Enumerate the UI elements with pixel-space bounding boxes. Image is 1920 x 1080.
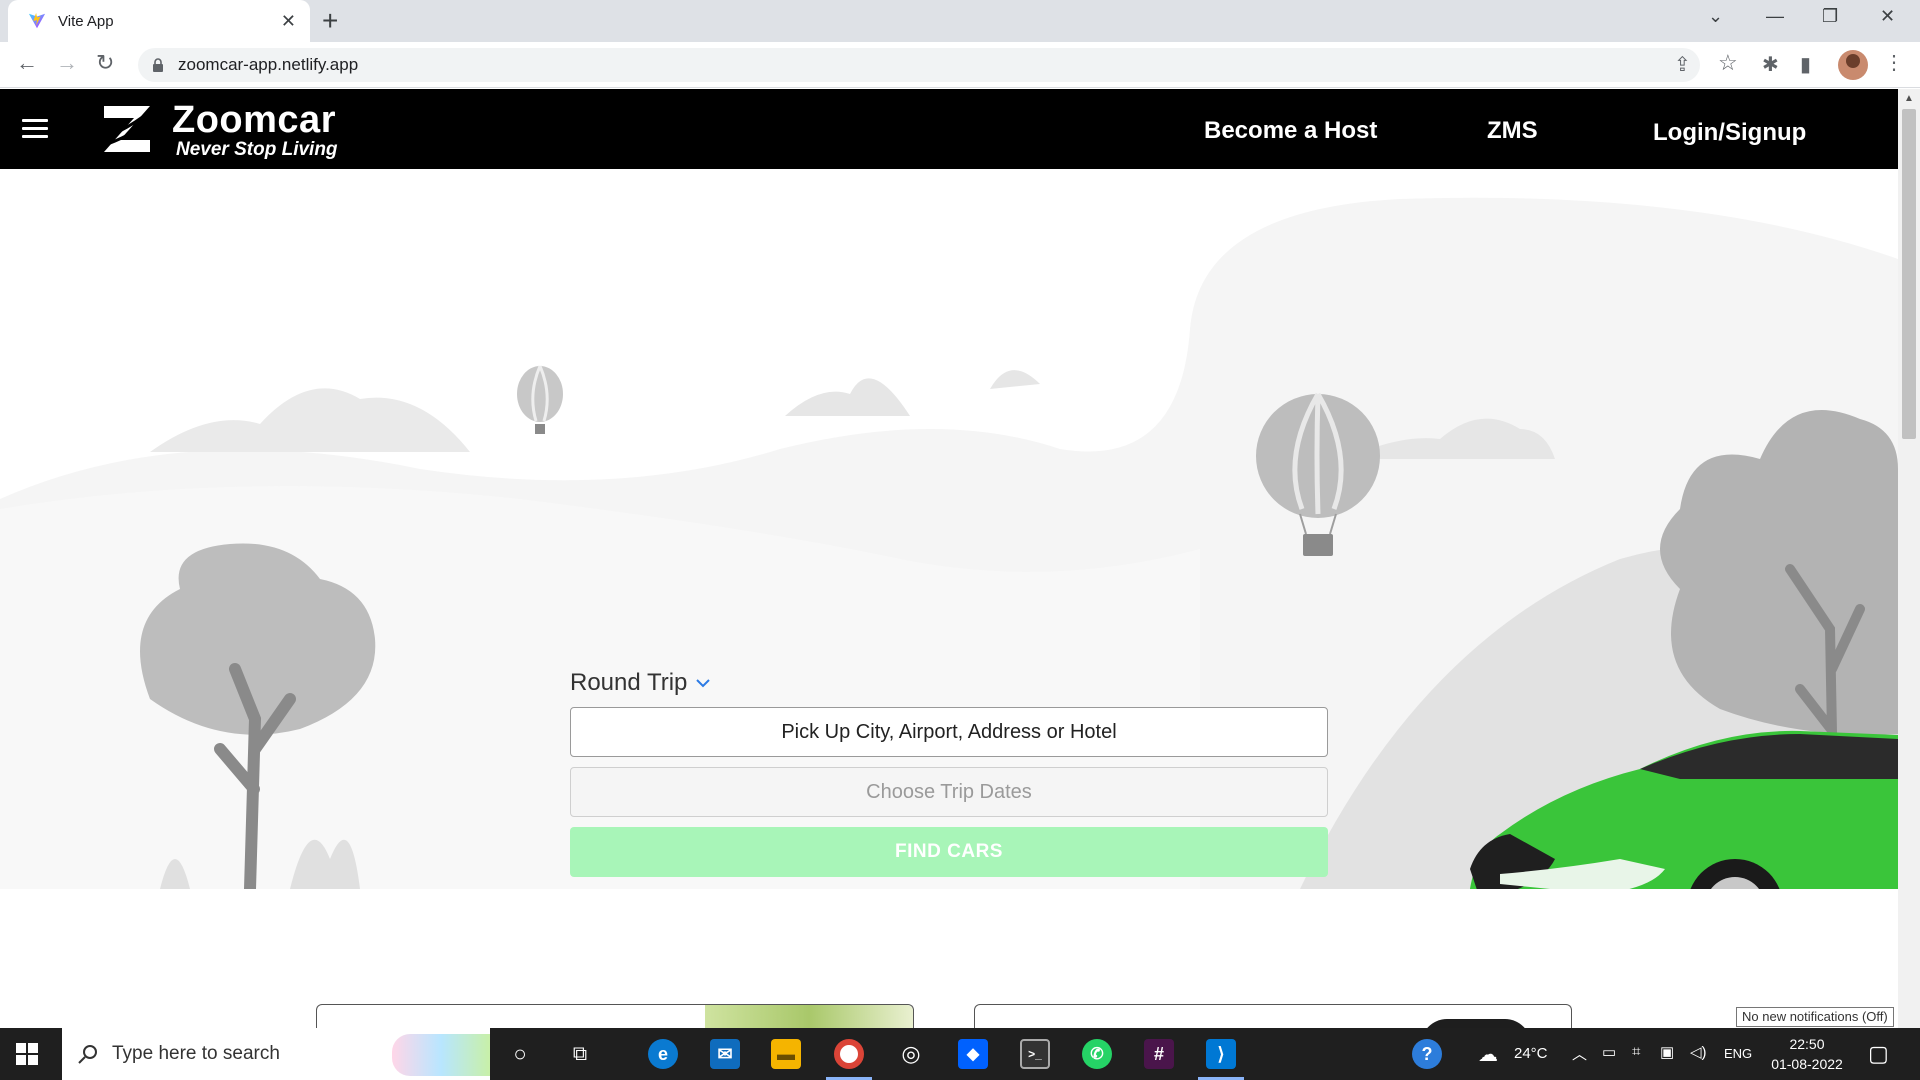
taskbar-search-box[interactable]: Type here to search	[62, 1028, 490, 1080]
share-icon[interactable]: ⇪	[1674, 52, 1691, 77]
close-tab-icon[interactable]: ✕	[281, 11, 296, 32]
github-desktop-icon[interactable]: ◎	[896, 1039, 926, 1069]
browser-tab[interactable]: Vite App ✕	[8, 0, 310, 42]
battery-icon[interactable]: ▭	[1602, 1043, 1616, 1061]
vscode-icon[interactable]: ⟩	[1206, 1039, 1236, 1069]
logo-tagline: Never Stop Living	[176, 139, 338, 160]
bookmark-star-icon[interactable]: ☆	[1718, 50, 1738, 76]
browser-menu-icon[interactable]: ⋮	[1884, 50, 1904, 75]
forward-icon[interactable]: →	[56, 52, 78, 74]
page-viewport: Zoomcar Never Stop Living Become a Host …	[0, 89, 1898, 1028]
trip-dates-input[interactable]: Choose Trip Dates	[570, 767, 1328, 817]
windows-taskbar: Type here to search ○ ⧉ e ✉ ▬ ◎ ◆ >_ ✆ #…	[0, 1028, 1920, 1080]
cortana-icon[interactable]: ○	[505, 1039, 535, 1069]
volume-icon[interactable]: ◁)	[1690, 1043, 1707, 1061]
zms-link[interactable]: ZMS	[1487, 117, 1538, 145]
notification-center-icon[interactable]: ▢	[1868, 1041, 1889, 1067]
browser-tab-strip: Vite App ✕ + ⌄ — ❐ ✕	[0, 0, 1920, 42]
scroll-thumb[interactable]	[1902, 109, 1916, 439]
offer-card[interactable]	[316, 1004, 914, 1028]
whatsapp-icon[interactable]: ✆	[1082, 1039, 1112, 1069]
address-bar[interactable]: zoomcar-app.netlify.app ⇪ ☆	[138, 48, 1738, 82]
extensions-icon[interactable]: ✱	[1762, 52, 1779, 77]
find-cars-button[interactable]: FIND CARS	[570, 827, 1328, 877]
search-placeholder: Type here to search	[112, 1043, 280, 1064]
restore-icon[interactable]: ❐	[1822, 6, 1838, 27]
become-host-link[interactable]: Become a Host	[1204, 117, 1377, 145]
usb-icon[interactable]: ⌗	[1632, 1043, 1640, 1060]
card-image	[1421, 1019, 1531, 1028]
lock-icon	[153, 58, 163, 72]
slack-icon[interactable]: #	[1144, 1039, 1174, 1069]
network-icon[interactable]: ▣	[1660, 1043, 1674, 1061]
logo-name[interactable]: Zoomcar	[172, 99, 336, 142]
page-scrollbar[interactable]: ▲	[1898, 89, 1920, 1028]
file-explorer-icon[interactable]: ▬	[771, 1039, 801, 1069]
browser-toolbar: ← → ↻ zoomcar-app.netlify.app ⇪ ☆ ✱ ▮ ⋮	[0, 42, 1920, 88]
notification-tooltip: No new notifications (Off)	[1736, 1007, 1894, 1027]
trip-type-select[interactable]: Round Trip	[570, 669, 711, 697]
chevron-down-icon	[696, 679, 711, 688]
clock-date: 01-08-2022	[1771, 1056, 1843, 1072]
minimize-icon[interactable]: —	[1766, 6, 1784, 27]
back-icon[interactable]: ←	[16, 52, 38, 74]
edge-icon[interactable]: e	[648, 1039, 678, 1069]
language-indicator[interactable]: ENG	[1724, 1046, 1752, 1061]
card-image	[705, 1005, 913, 1028]
dropbox-icon[interactable]: ◆	[958, 1039, 988, 1069]
new-tab-icon[interactable]: +	[322, 7, 338, 35]
login-signup-link[interactable]: Login/Signup	[1653, 119, 1806, 147]
reload-icon[interactable]: ↻	[96, 52, 114, 74]
pickup-location-input[interactable]: Pick Up City, Airport, Address or Hotel	[570, 707, 1328, 757]
site-header: Zoomcar Never Stop Living Become a Host …	[0, 89, 1898, 169]
terminal-icon[interactable]: >_	[1020, 1039, 1050, 1069]
hamburger-menu-icon[interactable]	[22, 119, 48, 139]
profile-avatar[interactable]	[1838, 50, 1868, 80]
tab-search-icon[interactable]: ⌄	[1708, 6, 1723, 27]
taskbar-clock[interactable]: 22:50 01-08-2022	[1762, 1034, 1852, 1074]
clock-time: 22:50	[1789, 1036, 1825, 1052]
side-panel-icon[interactable]: ▮	[1800, 52, 1811, 77]
mail-icon[interactable]: ✉	[710, 1039, 740, 1069]
tray-chevron-up-icon[interactable]: ︿	[1572, 1043, 1587, 1064]
chrome-icon[interactable]	[834, 1039, 864, 1069]
trip-type-label: Round Trip	[570, 669, 688, 696]
vite-icon	[28, 12, 46, 29]
weather-icon[interactable]: ☁	[1478, 1042, 1498, 1067]
zoomcar-logo-icon[interactable]	[100, 102, 154, 156]
offer-card[interactable]	[974, 1004, 1572, 1028]
windows-start-icon[interactable]	[16, 1043, 38, 1065]
search-icon	[78, 1045, 97, 1064]
task-view-icon[interactable]: ⧉	[565, 1039, 595, 1069]
search-highlight-image	[392, 1034, 490, 1076]
tab-title: Vite App	[58, 12, 114, 30]
help-icon[interactable]: ?	[1412, 1039, 1442, 1069]
close-window-icon[interactable]: ✕	[1880, 6, 1895, 27]
url-text: zoomcar-app.netlify.app	[178, 55, 359, 74]
scroll-up-arrow-icon[interactable]: ▲	[1904, 93, 1914, 104]
weather-temp[interactable]: 24°C	[1514, 1045, 1548, 1062]
